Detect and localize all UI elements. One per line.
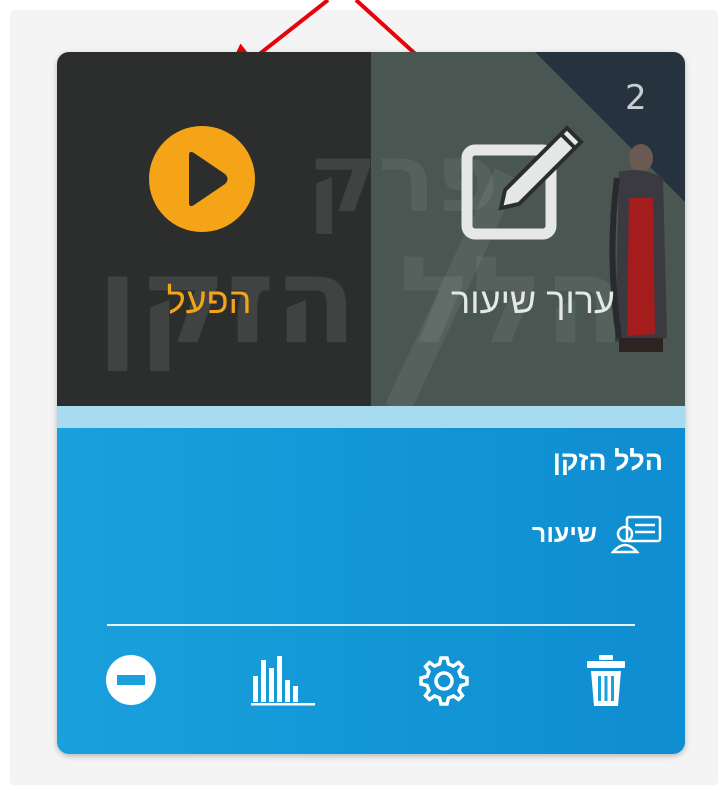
remove-icon[interactable]	[105, 654, 157, 706]
play-button-label[interactable]: הפעל	[153, 280, 265, 322]
lesson-type-row: שיעור	[532, 514, 663, 554]
lesson-type-label: שיעור	[531, 519, 597, 548]
play-icon[interactable]	[149, 126, 255, 232]
toolbar-separator	[107, 624, 635, 626]
card-info-panel: הלל הזקן שיעור	[57, 428, 685, 754]
trash-icon[interactable]	[585, 654, 627, 708]
character-figure-icon	[609, 144, 667, 352]
gear-icon[interactable]	[417, 654, 471, 708]
edit-lesson-button-label[interactable]: ערוך שיעור	[433, 280, 633, 322]
lesson-number-badge: 2	[625, 78, 647, 118]
lesson-title: הלל הזקן	[552, 446, 663, 476]
lesson-presentation-icon	[611, 515, 662, 554]
stats-icon[interactable]	[247, 654, 319, 706]
card-divider-strip	[57, 406, 685, 428]
edit-icon[interactable]	[459, 114, 589, 244]
lesson-card: פרק הלל הזקן 2 הפעל ערוך שיעור הלל הזקן	[57, 52, 685, 754]
lesson-cover: פרק הלל הזקן 2 הפעל ערוך שיעור	[57, 52, 685, 406]
